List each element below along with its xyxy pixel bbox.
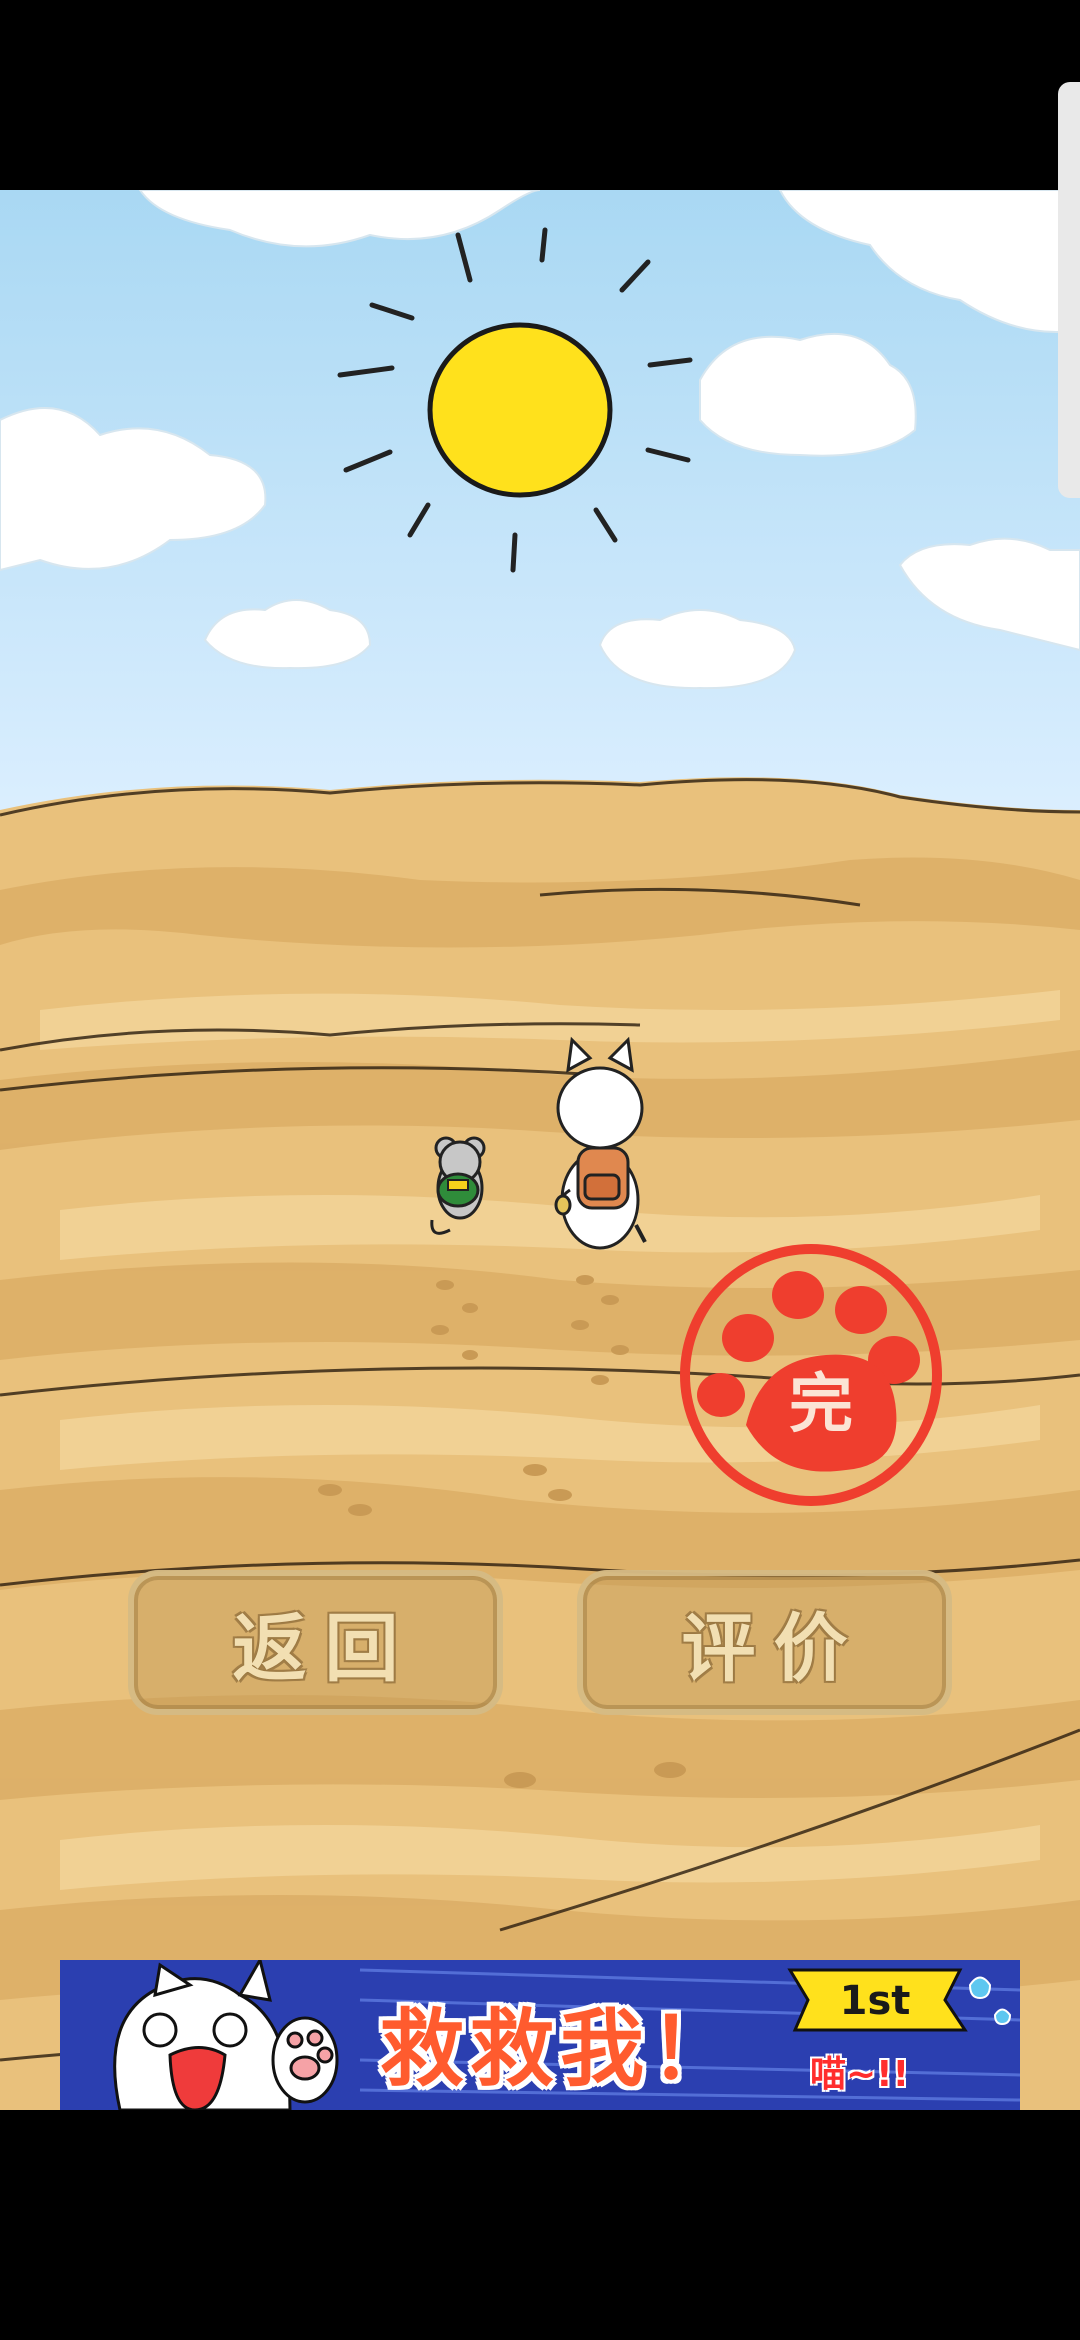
- navigation-bar: [0, 2110, 1080, 2340]
- rate-button[interactable]: 评价: [577, 1570, 952, 1715]
- rate-button-label: 评价: [681, 1606, 866, 1692]
- game-scene: 完 返回 评价: [0, 190, 1080, 2110]
- banner-badge: 1st: [839, 1978, 911, 2024]
- complete-stamp: 完: [676, 1240, 946, 1510]
- back-button-label: 返回: [232, 1606, 417, 1692]
- ad-banner[interactable]: 救救我！ 1st 喵~!!: [60, 1960, 1020, 2110]
- sun-icon: [427, 322, 613, 498]
- status-bar: [0, 0, 1080, 190]
- banner-title: 救救我！: [380, 2000, 741, 2098]
- banner-subtitle: 喵~!!: [810, 2054, 910, 2095]
- scrollbar-handle[interactable]: [1058, 82, 1080, 498]
- back-button[interactable]: 返回: [128, 1570, 503, 1715]
- stamp-label: 完: [789, 1368, 853, 1442]
- desert-background: [0, 190, 1080, 2110]
